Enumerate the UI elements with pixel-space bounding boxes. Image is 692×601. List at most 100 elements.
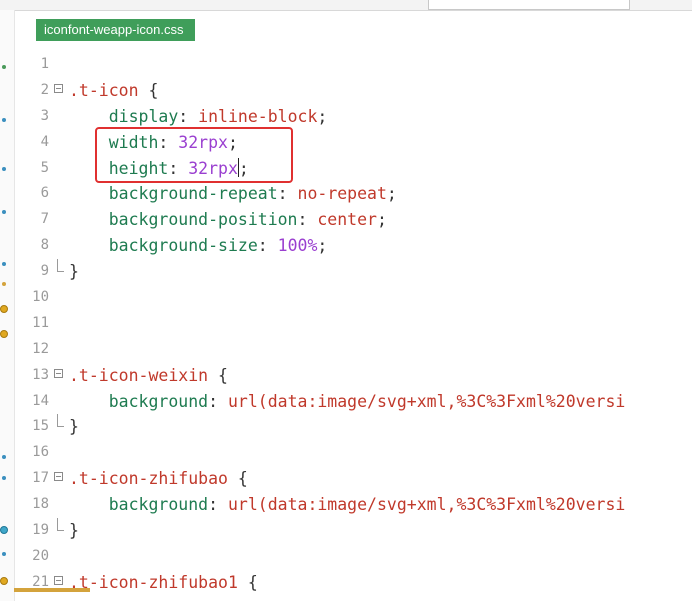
code-text[interactable]: .t-icon-weixin { <box>69 363 228 389</box>
code-line[interactable]: 17 .t-icon-zhifubao { <box>15 466 692 492</box>
code-token-prop: background-repeat <box>108 184 278 204</box>
code-line[interactable]: 15} <box>15 414 692 440</box>
fold-toggle-icon[interactable] <box>51 363 65 389</box>
code-text[interactable]: } <box>69 518 79 544</box>
code-token-punc: ; <box>317 106 328 126</box>
code-token-val: center <box>317 210 377 230</box>
file-tab[interactable]: iconfont-weapp-icon.css <box>36 19 196 41</box>
code-token-prop: background-position <box>108 210 298 230</box>
left-activity-strip <box>0 10 15 601</box>
status-dot-icon <box>2 476 6 480</box>
code-text[interactable]: .t-icon-zhifubao1 { <box>69 570 258 596</box>
code-token-punc: ; <box>376 210 387 230</box>
warning-bulb-icon[interactable] <box>0 577 8 585</box>
code-text[interactable]: background-repeat: no-repeat; <box>69 181 397 207</box>
line-number: 9 <box>40 263 49 280</box>
code-text[interactable]: background-position: center; <box>69 207 387 233</box>
code-text[interactable]: background: url(data:image/svg+xml,%3C%3… <box>69 389 626 415</box>
code-line[interactable]: 13 .t-icon-weixin { <box>15 363 692 389</box>
highlight-annotation-box <box>95 127 293 183</box>
line-number: 15 <box>32 418 49 435</box>
code-text[interactable]: .t-icon-zhifubao { <box>69 466 248 492</box>
status-dot-icon <box>2 167 6 171</box>
fold-toggle-icon[interactable] <box>51 466 65 492</box>
code-token-brace: } <box>69 521 79 541</box>
code-line[interactable]: 3 display: inline-block; <box>15 104 692 130</box>
file-tab-label: iconfont-weapp-icon.css <box>44 22 184 37</box>
line-number: 4 <box>40 133 49 150</box>
code-line[interactable]: 7 background-position: center; <box>15 207 692 233</box>
line-number: 6 <box>40 185 49 202</box>
code-token-punc: : <box>257 236 278 256</box>
code-line[interactable]: 20 <box>15 544 692 570</box>
status-dot-icon <box>2 210 6 214</box>
warning-bulb-icon[interactable] <box>0 305 8 313</box>
code-token-punc: : <box>208 391 228 411</box>
line-number: 1 <box>40 56 49 72</box>
code-token-punc: ; <box>386 184 397 204</box>
line-number: 13 <box>32 366 49 383</box>
code-token-sel: .t-icon-zhifubao <box>69 469 228 489</box>
line-number: 16 <box>32 444 49 461</box>
code-token-punc: : <box>208 495 228 515</box>
top-toolbar-edge <box>0 0 692 11</box>
code-line[interactable]: 19} <box>15 518 692 544</box>
line-number: 7 <box>40 211 49 228</box>
code-line[interactable]: 2 .t-icon { <box>15 78 692 104</box>
line-number: 11 <box>32 314 49 331</box>
code-token-brace: { <box>138 80 159 100</box>
code-token-brace: { <box>227 469 248 489</box>
code-line[interactable]: 8 background-size: 100%; <box>15 233 692 259</box>
line-number: 3 <box>40 107 49 124</box>
code-token-sel: .t-icon-zhifubao1 <box>69 572 238 592</box>
code-token-brace: } <box>69 262 79 282</box>
code-line[interactable]: 12 <box>15 337 692 363</box>
code-token-brace: { <box>237 572 258 592</box>
code-line[interactable]: 11 <box>15 311 692 337</box>
code-token-punc: : <box>297 210 318 230</box>
status-dot-icon <box>2 65 6 69</box>
line-number: 2 <box>40 81 49 98</box>
fold-end-marker <box>57 414 64 428</box>
line-number: 17 <box>32 470 49 487</box>
status-dot-icon <box>2 552 6 556</box>
code-token-sel: .t-icon-weixin <box>69 365 209 385</box>
code-token-punc: ; <box>317 236 328 256</box>
code-text[interactable]: background-size: 100%; <box>69 233 328 259</box>
line-number: 18 <box>32 496 49 513</box>
code-line[interactable]: 1 <box>15 52 692 78</box>
code-line[interactable]: 14 background: url(data:image/svg+xml,%3… <box>15 389 692 415</box>
code-text[interactable]: background: url(data:image/svg+xml,%3C%3… <box>69 492 626 518</box>
code-token-val: inline-block <box>198 106 318 126</box>
info-bulb-icon[interactable] <box>0 526 8 534</box>
code-token-prop: display <box>108 106 179 126</box>
code-token-prop: background-size <box>108 236 258 256</box>
code-text[interactable]: } <box>69 414 79 440</box>
warning-bulb-icon[interactable] <box>0 330 8 338</box>
status-dot-icon <box>2 118 6 122</box>
line-number: 5 <box>40 159 49 176</box>
fold-toggle-icon[interactable] <box>51 78 65 104</box>
code-token-brace: } <box>69 417 79 437</box>
code-text[interactable]: } <box>69 259 79 285</box>
code-line[interactable]: 16 <box>15 440 692 466</box>
code-token-val: url(data:image/svg+xml,%3C%3Fxml%20versi <box>227 495 626 515</box>
code-line[interactable]: 21 .t-icon-zhifubao1 { <box>15 570 692 596</box>
code-line[interactable]: 6 background-repeat: no-repeat; <box>15 181 692 207</box>
code-line[interactable]: 10 <box>15 285 692 311</box>
code-text[interactable]: display: inline-block; <box>69 104 328 130</box>
fold-end-marker <box>57 518 64 532</box>
code-token-val: no-repeat <box>297 184 387 204</box>
code-token-brace: { <box>208 365 228 385</box>
code-line[interactable]: 18 background: url(data:image/svg+xml,%3… <box>15 492 692 518</box>
code-token-num: 100% <box>277 236 318 256</box>
code-token-punc: : <box>277 184 298 204</box>
code-text[interactable]: .t-icon { <box>69 78 158 104</box>
toolbar-cut-input[interactable] <box>428 0 630 10</box>
code-token-val: url(data:image/svg+xml,%3C%3Fxml%20versi <box>227 391 626 411</box>
horizontal-scrollbar-thumb[interactable] <box>14 588 90 592</box>
status-dot-icon <box>2 455 6 459</box>
code-line[interactable]: 9} <box>15 259 692 285</box>
code-token-prop: background <box>108 391 209 411</box>
code-token-punc: : <box>178 106 199 126</box>
